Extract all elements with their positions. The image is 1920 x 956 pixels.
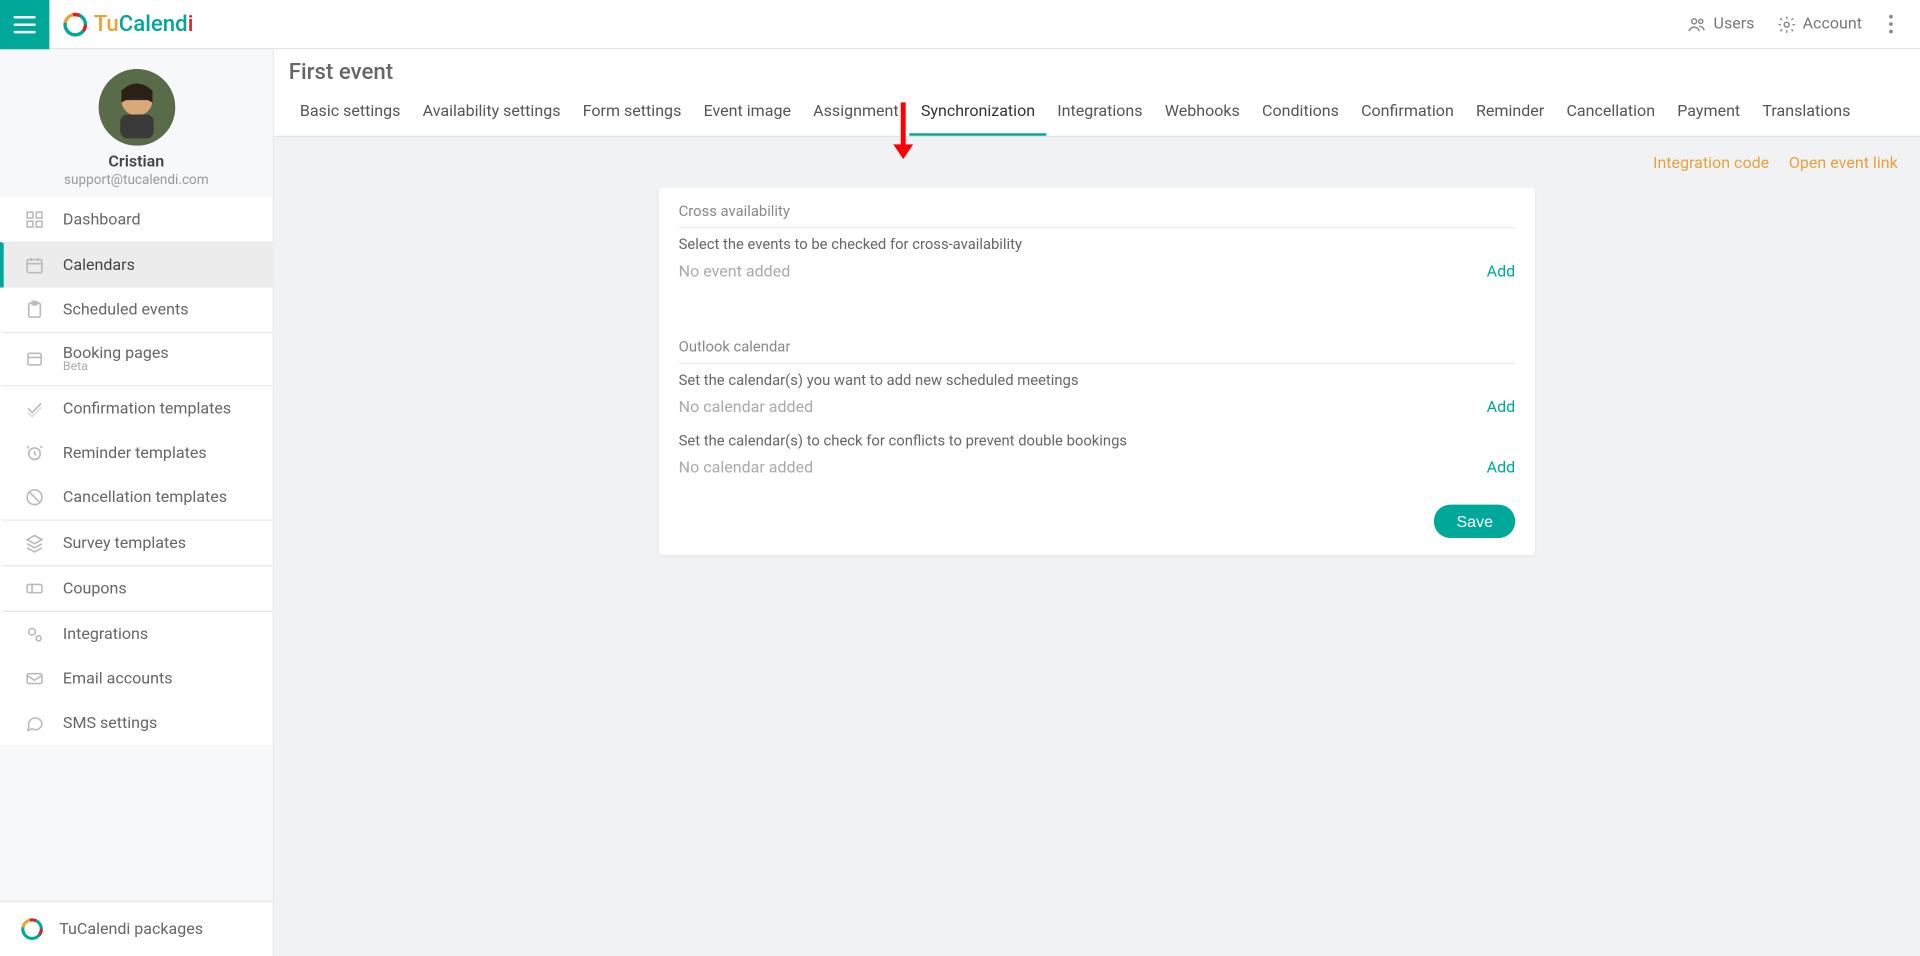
outlook-add-desc: Set the calendar(s) you want to add new … bbox=[679, 371, 1516, 388]
sidebar-item-integrations[interactable]: Integrations bbox=[0, 611, 273, 657]
tab-payment[interactable]: Payment bbox=[1666, 90, 1751, 136]
tab-cancellation[interactable]: Cancellation bbox=[1555, 90, 1666, 136]
layers-icon bbox=[23, 532, 45, 554]
hamburger-icon bbox=[14, 15, 36, 32]
cross-availability-desc: Select the events to be checked for cros… bbox=[679, 236, 1516, 253]
sidebar-item-booking-pages[interactable]: Booking pages Beta bbox=[0, 332, 273, 385]
cross-availability-title: Cross availability bbox=[679, 197, 1516, 228]
sidebar-item-calendars[interactable]: Calendars bbox=[0, 242, 273, 288]
tab-availability-settings[interactable]: Availability settings bbox=[412, 90, 572, 136]
account-label: Account bbox=[1803, 15, 1862, 34]
annotation-arrow-icon bbox=[888, 100, 918, 162]
account-link[interactable]: Account bbox=[1777, 14, 1862, 34]
sidebar-item-label: Email accounts bbox=[63, 669, 173, 688]
outlook-conflicts-add-button[interactable]: Add bbox=[1487, 459, 1516, 478]
brand[interactable]: TuCalendi bbox=[62, 10, 194, 37]
sidebar-item-confirmation-templates[interactable]: Confirmation templates bbox=[0, 385, 273, 431]
dashboard-icon bbox=[23, 209, 45, 231]
sidebar-item-label: Confirmation templates bbox=[63, 399, 231, 418]
calendar-icon bbox=[23, 254, 45, 276]
sidebar-item-sms-settings[interactable]: SMS settings bbox=[0, 701, 273, 745]
sidebar-item-label: Reminder templates bbox=[63, 444, 207, 463]
sidebar-item-reminder-templates[interactable]: Reminder templates bbox=[0, 431, 273, 475]
topbar: TuCalendi Users Account bbox=[0, 0, 1920, 49]
profile-email: support@tucalendi.com bbox=[0, 172, 273, 188]
integration-code-link[interactable]: Integration code bbox=[1653, 154, 1769, 173]
tab-integrations[interactable]: Integrations bbox=[1046, 90, 1153, 136]
profile-block: Cristian support@tucalendi.com bbox=[0, 49, 273, 197]
page-icon bbox=[23, 348, 45, 370]
sidebar-item-label: Cancellation templates bbox=[63, 488, 227, 507]
users-icon bbox=[1685, 14, 1707, 34]
sidebar-footer-packages[interactable]: TuCalendi packages bbox=[0, 901, 273, 956]
sidebar-item-label: Coupons bbox=[63, 579, 127, 598]
tab-basic-settings[interactable]: Basic settings bbox=[289, 90, 412, 136]
tab-form-settings[interactable]: Form settings bbox=[572, 90, 693, 136]
outlook-add-placeholder: No calendar added bbox=[679, 399, 814, 418]
tab-webhooks[interactable]: Webhooks bbox=[1154, 90, 1251, 136]
sidebar-item-survey-templates[interactable]: Survey templates bbox=[0, 519, 273, 565]
tab-synchronization[interactable]: Synchronization bbox=[910, 90, 1046, 136]
tab-event-image[interactable]: Event image bbox=[692, 90, 802, 136]
brand-logo-icon bbox=[20, 917, 45, 942]
sidebar-item-label: Calendars bbox=[63, 256, 135, 275]
hamburger-menu-button[interactable] bbox=[0, 0, 49, 49]
sidebar-item-scheduled-events[interactable]: Scheduled events bbox=[0, 287, 273, 331]
chat-icon bbox=[23, 712, 45, 734]
users-label: Users bbox=[1714, 15, 1755, 34]
sidebar-item-label: Dashboard bbox=[63, 210, 141, 229]
mail-icon bbox=[23, 668, 45, 690]
sync-card: Cross availability Select the events to … bbox=[659, 188, 1535, 556]
gear-icon bbox=[1777, 14, 1797, 34]
tab-reminder[interactable]: Reminder bbox=[1465, 90, 1555, 136]
tabs: Basic settingsAvailability settingsForm … bbox=[289, 90, 1905, 136]
avatar[interactable] bbox=[98, 69, 175, 146]
sidebar: Cristian support@tucalendi.com Dashboard… bbox=[0, 49, 274, 956]
page-title: First event bbox=[289, 59, 1905, 85]
sidebar-footer-label: TuCalendi packages bbox=[59, 920, 203, 939]
outlook-add-button[interactable]: Add bbox=[1487, 399, 1516, 418]
sidebar-item-label: Survey templates bbox=[63, 534, 186, 553]
gears-icon bbox=[23, 623, 45, 645]
sidebar-item-cancellation-templates[interactable]: Cancellation templates bbox=[0, 475, 273, 519]
tab-confirmation[interactable]: Confirmation bbox=[1350, 90, 1465, 136]
alarm-icon bbox=[23, 442, 45, 464]
sidebar-item-label: Integrations bbox=[63, 625, 148, 644]
outlook-conflicts-placeholder: No calendar added bbox=[679, 459, 814, 478]
outlook-conflicts-desc: Set the calendar(s) to check for conflic… bbox=[679, 432, 1516, 449]
brand-text: TuCalendi bbox=[94, 11, 194, 37]
cancel-icon bbox=[23, 486, 45, 508]
brand-logo-icon bbox=[62, 10, 89, 37]
more-menu-button[interactable] bbox=[1884, 10, 1898, 38]
cross-availability-placeholder: No event added bbox=[679, 263, 791, 282]
save-button[interactable]: Save bbox=[1434, 505, 1515, 538]
cross-availability-add-button[interactable]: Add bbox=[1487, 263, 1516, 282]
sidebar-item-label: SMS settings bbox=[63, 714, 157, 733]
open-event-link[interactable]: Open event link bbox=[1789, 154, 1898, 173]
clipboard-icon bbox=[23, 299, 45, 321]
sidebar-item-dashboard[interactable]: Dashboard bbox=[0, 197, 273, 241]
tab-conditions[interactable]: Conditions bbox=[1251, 90, 1350, 136]
sidebar-item-email-accounts[interactable]: Email accounts bbox=[0, 656, 273, 700]
sidebar-item-coupons[interactable]: Coupons bbox=[0, 565, 273, 611]
main-content: First event Basic settingsAvailability s… bbox=[274, 49, 1920, 956]
outlook-title: Outlook calendar bbox=[679, 333, 1516, 364]
check-icon bbox=[23, 397, 45, 419]
sidebar-item-label: Scheduled events bbox=[63, 300, 189, 319]
page-header: First event Basic settingsAvailability s… bbox=[274, 49, 1920, 137]
tab-translations[interactable]: Translations bbox=[1751, 90, 1861, 136]
ticket-icon bbox=[23, 577, 45, 599]
profile-name: Cristian bbox=[0, 153, 273, 172]
users-link[interactable]: Users bbox=[1685, 14, 1754, 34]
